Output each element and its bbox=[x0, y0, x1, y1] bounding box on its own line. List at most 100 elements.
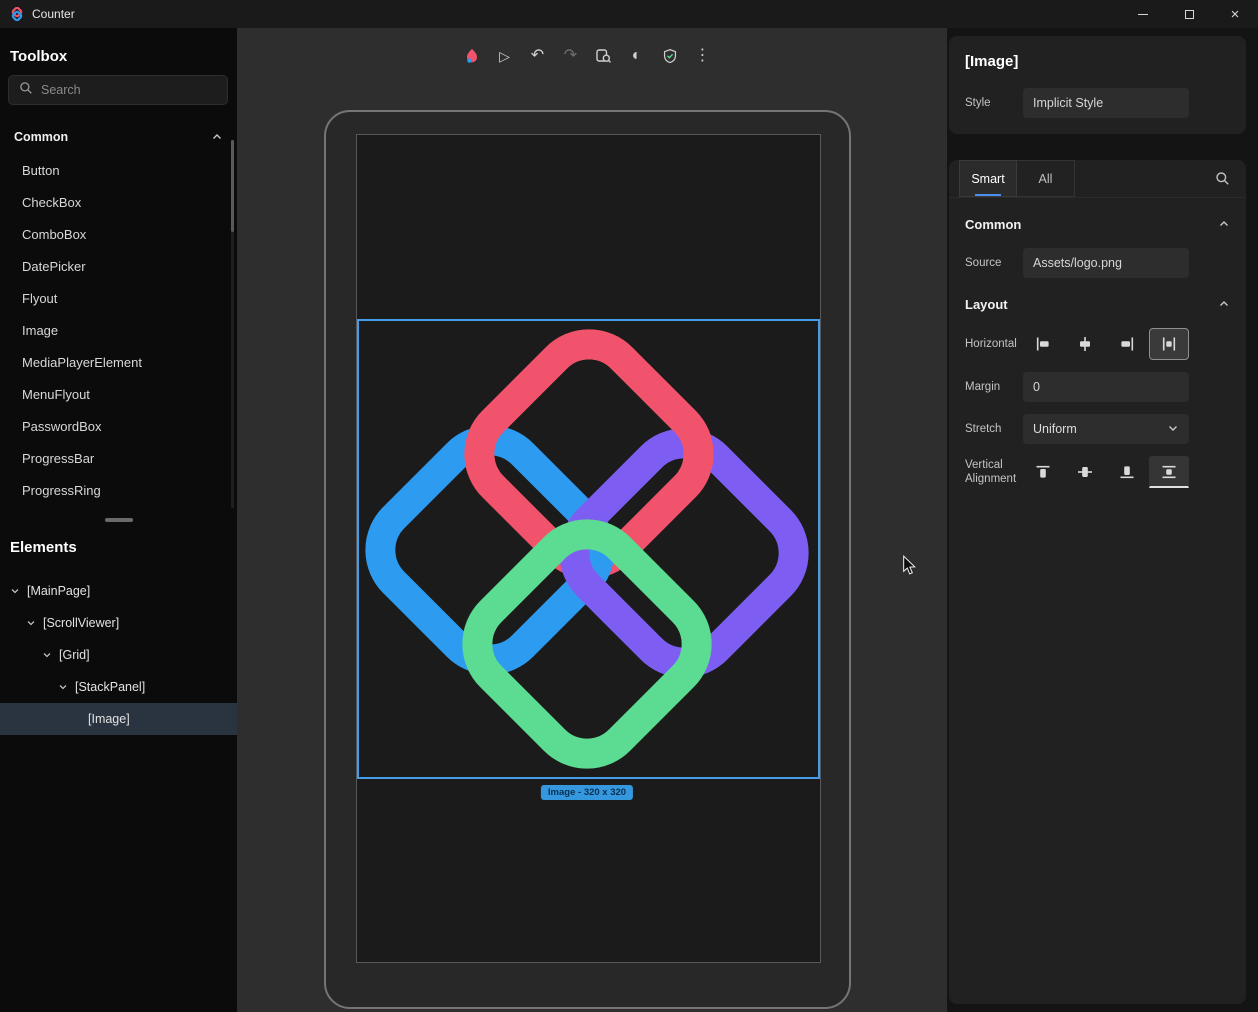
device-frame bbox=[324, 110, 851, 1009]
canvas-toolbar: ▷ ↶ ↷ ◐ ⋮ bbox=[462, 44, 713, 68]
panel-splitter[interactable] bbox=[0, 515, 237, 525]
align-horizontal-stretch-button[interactable] bbox=[1149, 328, 1189, 360]
maximize-button[interactable] bbox=[1166, 0, 1212, 28]
uno-logo-image bbox=[359, 321, 818, 777]
close-button[interactable]: × bbox=[1212, 0, 1258, 28]
source-input[interactable] bbox=[1023, 248, 1189, 278]
toolbox-search[interactable] bbox=[8, 75, 228, 105]
align-vertical-top-button[interactable] bbox=[1023, 456, 1063, 488]
tab-smart[interactable]: Smart bbox=[959, 160, 1017, 197]
properties-card: Smart All Common Source Layout Horizonta… bbox=[949, 160, 1246, 1004]
inspect-icon bbox=[596, 48, 612, 64]
design-page[interactable] bbox=[356, 134, 821, 963]
toolbox-item[interactable]: MediaPlayerElement bbox=[0, 347, 237, 379]
toolbox-scrollbar[interactable] bbox=[231, 140, 234, 508]
tree-item-image[interactable]: [Image] bbox=[0, 703, 237, 735]
align-center-icon bbox=[1077, 336, 1093, 352]
style-row: Style bbox=[965, 88, 1230, 118]
hot-reload-button[interactable] bbox=[462, 44, 482, 68]
align-horizontal-left-button[interactable] bbox=[1023, 328, 1063, 360]
toolbox-section-common[interactable]: Common bbox=[14, 125, 223, 149]
tree-item-grid[interactable]: [Grid] bbox=[0, 639, 237, 671]
chevron-down-icon[interactable] bbox=[42, 650, 52, 660]
margin-label: Margin bbox=[965, 380, 1017, 394]
toolbox-heading: Toolbox bbox=[0, 28, 237, 66]
search-icon bbox=[19, 81, 33, 100]
tab-all[interactable]: All bbox=[1017, 160, 1075, 197]
theme-toggle-button[interactable]: ◐ bbox=[627, 44, 647, 68]
toolbox-item[interactable]: MenuFlyout bbox=[0, 379, 237, 411]
redo-button[interactable]: ↷ bbox=[561, 44, 581, 68]
toolbox-section-label: Common bbox=[14, 130, 68, 144]
tree-item-label: [MainPage] bbox=[27, 584, 90, 598]
align-vertical-bottom-button[interactable] bbox=[1107, 456, 1147, 488]
tree-item-mainpage[interactable]: [MainPage] bbox=[0, 575, 237, 607]
align-left-icon bbox=[1035, 336, 1051, 352]
toolbox-item[interactable]: Flyout bbox=[0, 283, 237, 315]
play-icon: ▷ bbox=[499, 49, 510, 63]
tree-item-stackpanel[interactable]: [StackPanel] bbox=[0, 671, 237, 703]
mouse-cursor-icon bbox=[902, 555, 917, 581]
splitter-grip-icon bbox=[105, 518, 133, 522]
design-canvas[interactable]: ▷ ↶ ↷ ◐ ⋮ bbox=[237, 28, 947, 1012]
selection-size-badge: Image - 320 x 320 bbox=[541, 785, 633, 800]
titlebar: Counter × bbox=[0, 0, 1258, 28]
chevron-up-icon bbox=[1218, 298, 1230, 310]
toolbox-item[interactable]: Button bbox=[0, 155, 237, 187]
selected-image-element[interactable] bbox=[357, 319, 820, 779]
align-horizontal-right-button[interactable] bbox=[1107, 328, 1147, 360]
stretch-value: Uniform bbox=[1033, 422, 1077, 436]
toolbox-item[interactable]: PasswordBox bbox=[0, 411, 237, 443]
properties-panel: [Image] Style Smart All Common Source bbox=[947, 28, 1258, 1012]
maximize-icon bbox=[1185, 10, 1194, 19]
style-label: Style bbox=[965, 96, 1017, 110]
validation-button[interactable] bbox=[660, 44, 680, 68]
kebab-menu-icon: ⋮ bbox=[695, 48, 711, 64]
stretch-select[interactable]: Uniform bbox=[1023, 414, 1189, 444]
align-right-icon bbox=[1119, 336, 1135, 352]
toolbox-item[interactable]: ProgressRing bbox=[0, 475, 237, 507]
tree-item-label: [ScrollViewer] bbox=[43, 616, 119, 630]
selected-element-title: [Image] bbox=[965, 52, 1230, 72]
app-logo-icon bbox=[10, 7, 24, 21]
align-horizontal-center-button[interactable] bbox=[1065, 328, 1105, 360]
window-controls: × bbox=[1120, 0, 1258, 28]
properties-tabs: Smart All bbox=[949, 160, 1246, 198]
tree-item-label: [StackPanel] bbox=[75, 680, 145, 694]
margin-input[interactable] bbox=[1023, 372, 1189, 402]
search-icon bbox=[1215, 171, 1230, 186]
chevron-down-icon[interactable] bbox=[58, 682, 68, 692]
more-options-button[interactable]: ⋮ bbox=[693, 44, 713, 68]
align-vertical-center-button[interactable] bbox=[1065, 456, 1105, 488]
chevron-down-icon[interactable] bbox=[26, 618, 36, 628]
properties-search-button[interactable] bbox=[1215, 171, 1230, 186]
search-input[interactable] bbox=[41, 83, 217, 97]
scrollbar-thumb[interactable] bbox=[231, 140, 234, 232]
toolbox-item[interactable]: ProgressBar bbox=[0, 443, 237, 475]
section-layout[interactable]: Layout bbox=[949, 292, 1246, 316]
section-common[interactable]: Common bbox=[949, 212, 1246, 236]
window-title: Counter bbox=[32, 7, 75, 21]
section-common-label: Common bbox=[965, 217, 1021, 232]
align-vertical-stretch-button[interactable] bbox=[1149, 456, 1189, 488]
section-layout-label: Layout bbox=[965, 297, 1008, 312]
source-row: Source bbox=[965, 248, 1230, 278]
close-icon: × bbox=[1231, 6, 1240, 23]
chevron-up-icon bbox=[211, 131, 223, 143]
toolbox-item[interactable]: ComboBox bbox=[0, 219, 237, 251]
chevron-down-icon bbox=[1167, 422, 1179, 437]
source-label: Source bbox=[965, 256, 1017, 270]
horizontal-alignment-row: Horizontal bbox=[965, 328, 1230, 360]
tree-item-scrollviewer[interactable]: [ScrollViewer] bbox=[0, 607, 237, 639]
minimize-button[interactable] bbox=[1120, 0, 1166, 28]
element-picker-button[interactable] bbox=[594, 44, 614, 68]
selection-header-card: [Image] Style bbox=[949, 36, 1246, 134]
style-input[interactable] bbox=[1023, 88, 1189, 118]
undo-button[interactable]: ↶ bbox=[528, 44, 548, 68]
chevron-down-icon[interactable] bbox=[10, 586, 20, 596]
play-button[interactable]: ▷ bbox=[495, 44, 515, 68]
toolbox-item[interactable]: Image bbox=[0, 315, 237, 347]
toolbox-item[interactable]: CheckBox bbox=[0, 187, 237, 219]
toolbox-item[interactable]: DatePicker bbox=[0, 251, 237, 283]
vertical-alignment-label: Vertical Alignment bbox=[965, 458, 1017, 486]
